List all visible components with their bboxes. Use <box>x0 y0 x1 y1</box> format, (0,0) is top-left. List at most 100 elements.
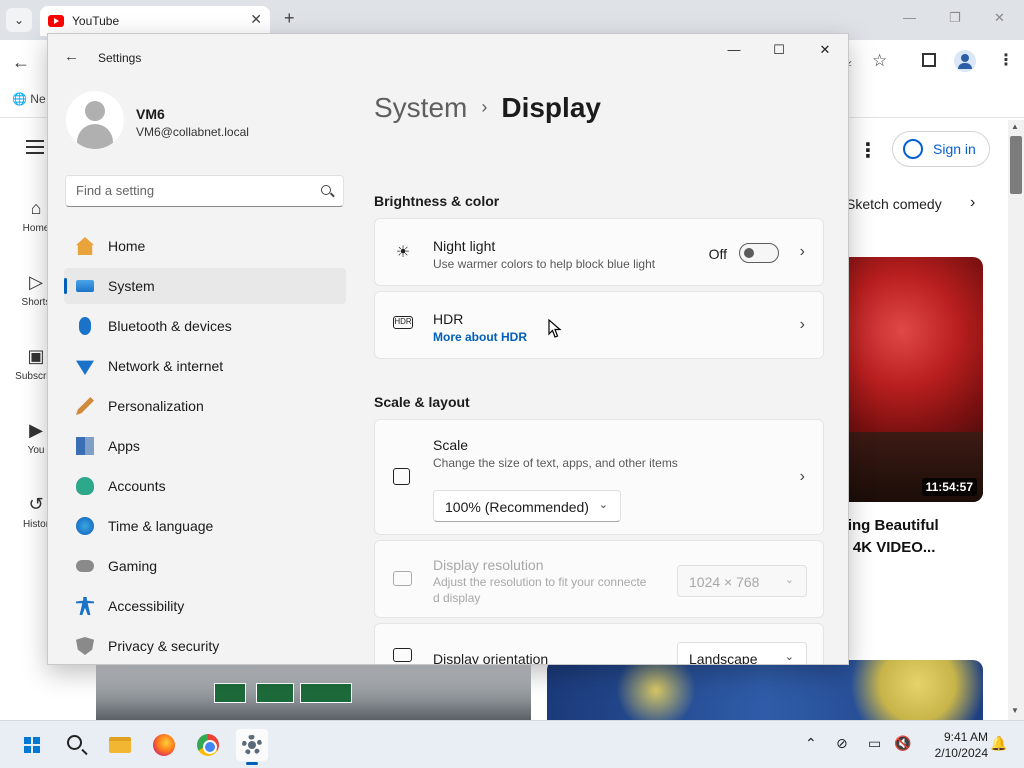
night-light-title: Night light <box>433 238 496 254</box>
nav-item-system[interactable]: System <box>64 268 346 304</box>
nav-item-privacy[interactable]: Privacy & security <box>64 628 346 664</box>
hdr-more-link[interactable]: More about HDR <box>433 330 527 344</box>
yt-menu-icon[interactable] <box>26 140 44 158</box>
section-brightness-title: Brightness & color <box>374 193 500 209</box>
sign-in-button[interactable]: Sign in <box>892 131 990 167</box>
night-light-card[interactable]: ☀ Night light Use warmer colors to help … <box>374 218 824 286</box>
scale-card[interactable]: Scale Change the size of text, apps, and… <box>374 419 824 535</box>
scroll-down-icon[interactable]: ▼ <box>1011 706 1019 715</box>
accounts-icon <box>76 477 94 495</box>
side-panel-icon[interactable] <box>922 53 936 67</box>
browser-restore-button[interactable]: ❐ <box>949 10 961 26</box>
network-off-icon[interactable]: ⊘ <box>836 735 848 752</box>
video-thumbnail-highway[interactable] <box>96 665 531 720</box>
orientation-dropdown[interactable]: Landscape ⌄ <box>677 642 807 664</box>
nav-label: Personalization <box>108 398 204 414</box>
browser-minimize-button[interactable]: — <box>903 10 916 25</box>
settings-nav: Home System Bluetooth & devices Network … <box>64 228 346 664</box>
category-chip[interactable]: Sketch comedy <box>846 196 942 212</box>
hdr-icon: HDR <box>393 316 413 329</box>
volume-muted-icon[interactable]: 🔇 <box>894 735 911 752</box>
yt-sidebar-label: Histor <box>22 519 50 530</box>
chrome-icon <box>197 734 219 756</box>
mouse-cursor-icon <box>548 319 562 338</box>
file-explorer-button[interactable] <box>104 729 136 761</box>
night-light-toggle[interactable] <box>739 243 779 263</box>
nav-item-accessibility[interactable]: Accessibility <box>64 588 346 624</box>
settings-search-input[interactable] <box>76 183 306 198</box>
tab-search-button[interactable]: ⌄ <box>6 8 32 32</box>
sign-in-label: Sign in <box>933 141 976 157</box>
nav-item-gaming[interactable]: Gaming <box>64 548 346 584</box>
chip-next-icon[interactable]: › <box>970 194 975 212</box>
account-icon <box>903 139 923 159</box>
tab-close-icon[interactable]: ✕ <box>250 11 262 28</box>
time-language-icon <box>76 517 94 535</box>
nav-item-time-language[interactable]: Time & language <box>64 508 346 544</box>
yt-sidebar-label: Home <box>22 223 50 234</box>
browser-close-button[interactable]: ✕ <box>994 10 1005 26</box>
chevron-up-icon[interactable]: ⌃ <box>805 735 817 752</box>
nav-label: Accessibility <box>108 598 185 614</box>
taskbar-search-button[interactable] <box>60 729 92 761</box>
toggle-knob <box>744 248 754 258</box>
nav-label: Accounts <box>108 478 166 494</box>
scale-icon <box>393 468 410 485</box>
scrollbar-thumb[interactable] <box>1010 136 1022 194</box>
highway-sign <box>256 683 294 703</box>
avatar-head-icon <box>85 101 105 121</box>
night-light-state: Off <box>708 246 727 262</box>
nav-item-home[interactable]: Home <box>64 228 346 264</box>
resolution-title: Display resolution <box>433 557 544 573</box>
taskbar-clock[interactable]: 9:41 AM 2/10/2024 <box>918 729 988 761</box>
orientation-title: Display orientation <box>433 651 549 665</box>
hdr-card[interactable]: HDR HDR More about HDR › <box>374 291 824 359</box>
browser-menu-icon[interactable]: ⋮ <box>998 50 1014 70</box>
user-avatar[interactable] <box>66 91 124 149</box>
video-thumbnail-starry[interactable] <box>547 660 983 720</box>
resolution-dropdown: 1024 × 768 ⌄ <box>677 565 807 597</box>
search-icon[interactable] <box>321 185 331 195</box>
firefox-button[interactable] <box>148 729 180 761</box>
resolution-desc: Adjust the resolution to fit your connec… <box>433 575 647 589</box>
scale-dropdown[interactable]: 100% (Recommended) ⌄ <box>433 490 621 522</box>
chevron-right-icon: › <box>799 243 805 260</box>
chevron-down-icon: ⌄ <box>598 499 608 511</box>
orientation-card[interactable]: Display orientation Landscape ⌄ <box>374 623 824 665</box>
apps-icon <box>76 437 94 455</box>
bookmark-item[interactable]: 🌐 Ne <box>12 92 46 106</box>
chevron-down-icon: ⌄ <box>784 574 794 586</box>
nav-item-apps[interactable]: Apps <box>64 428 346 464</box>
youtube-logo-icon <box>48 15 64 27</box>
display-icon[interactable]: ▭ <box>868 735 881 752</box>
privacy-icon <box>76 637 94 655</box>
notification-bell-icon[interactable]: 🔔 <box>990 735 1007 752</box>
clock-date: 2/10/2024 <box>934 746 988 760</box>
scroll-up-icon[interactable]: ▲ <box>1011 122 1019 131</box>
nav-item-bluetooth[interactable]: Bluetooth & devices <box>64 308 346 344</box>
gaming-icon <box>76 560 94 572</box>
settings-taskbar-button[interactable] <box>236 729 268 765</box>
bookmark-star-icon[interactable]: ☆ <box>872 51 887 71</box>
brightness-icon: ☀ <box>395 244 411 261</box>
settings-back-icon[interactable]: ← <box>64 48 79 65</box>
page-scrollbar[interactable] <box>1008 120 1024 720</box>
nav-item-network[interactable]: Network & internet <box>64 348 346 384</box>
nav-item-personalization[interactable]: Personalization <box>64 388 346 424</box>
breadcrumb-parent[interactable]: System <box>374 92 467 123</box>
video-title[interactable]: azing Beautiful c | 4K VIDEO... <box>832 515 1002 559</box>
nav-label: Bluetooth & devices <box>108 318 232 334</box>
settings-content: System › Display Brightness & color ☀ Nigh… <box>374 34 848 665</box>
video-thumbnail[interactable]: 11:54:57 <box>848 257 983 502</box>
start-button[interactable] <box>16 729 48 761</box>
browser-back-icon[interactable]: ← <box>12 52 30 73</box>
resolution-desc-cont: d display <box>433 591 481 605</box>
network-icon <box>76 360 94 375</box>
tab-youtube[interactable]: YouTube ✕ <box>40 6 270 36</box>
new-tab-button[interactable]: + <box>284 8 295 29</box>
orientation-icon <box>393 648 412 662</box>
yt-more-icon[interactable]: ⋮ <box>858 138 878 163</box>
nav-item-accounts[interactable]: Accounts <box>64 468 346 504</box>
profile-avatar[interactable] <box>954 50 976 72</box>
chrome-button[interactable] <box>192 729 224 761</box>
